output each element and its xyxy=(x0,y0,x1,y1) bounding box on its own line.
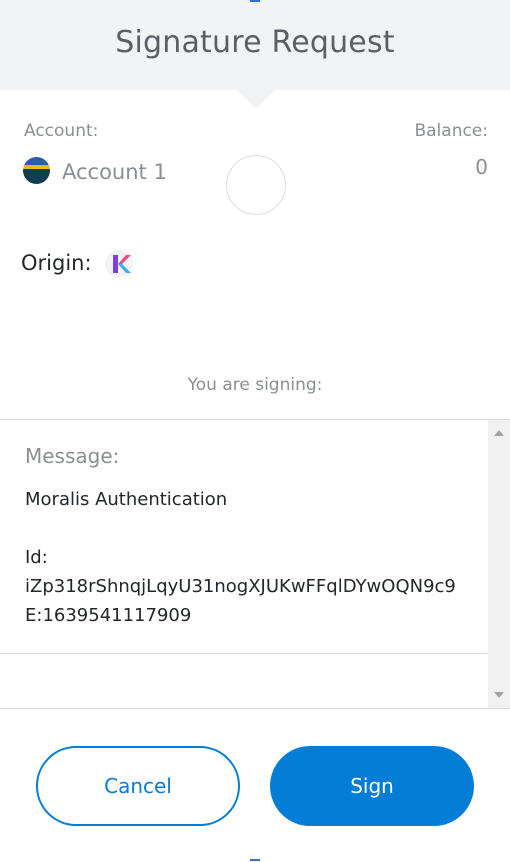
message-content: Message: Moralis Authentication Id: iZp3… xyxy=(0,420,487,654)
page-title: Signature Request xyxy=(115,24,395,60)
account-avatar-icon xyxy=(23,157,50,184)
message-scrollbar[interactable] xyxy=(488,420,510,708)
message-label: Message: xyxy=(25,444,120,468)
bottom-edge-marker xyxy=(250,859,260,861)
account-name: Account 1 xyxy=(62,160,167,184)
scroll-down-icon[interactable] xyxy=(494,692,504,698)
origin-label: Origin: xyxy=(21,251,92,275)
top-edge-marker xyxy=(250,0,260,2)
message-box[interactable]: Message: Moralis Authentication Id: iZp3… xyxy=(0,419,510,709)
header-notch xyxy=(237,90,275,109)
scroll-up-icon[interactable] xyxy=(494,430,504,436)
message-text: Moralis Authentication Id: iZp318rShnqjL… xyxy=(25,489,456,626)
signing-label: You are signing: xyxy=(187,375,323,395)
cancel-button[interactable]: Cancel xyxy=(36,746,240,826)
origin-site-icon xyxy=(104,249,134,279)
account-label: Account: xyxy=(24,121,99,141)
site-favicon-circle xyxy=(226,155,286,215)
header: Signature Request xyxy=(0,0,510,90)
balance-label: Balance: xyxy=(414,121,488,141)
balance-value: 0 xyxy=(475,155,488,179)
sign-button[interactable]: Sign xyxy=(270,746,474,826)
